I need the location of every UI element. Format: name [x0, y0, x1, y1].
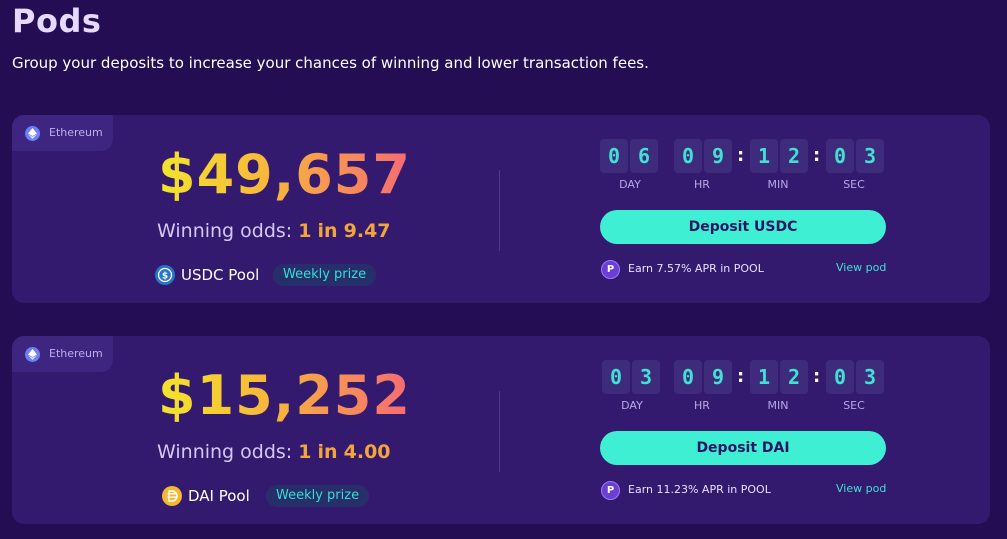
ethereum-icon — [25, 347, 40, 362]
page-title: Pods — [12, 2, 102, 40]
network-label: Ethereum — [49, 347, 103, 360]
deposit-usdc-button[interactable]: Deposit USDC — [600, 210, 886, 244]
countdown-digit: 3 — [632, 360, 660, 394]
timer-label-min: MIN — [767, 178, 789, 191]
prize-frequency-badge: Weekly prize — [273, 264, 377, 286]
countdown-digit: 0 — [826, 360, 854, 394]
network-badge: Ethereum — [12, 115, 113, 151]
odds-in: in — [317, 441, 338, 463]
pod-card-dai: Ethereum $15,252 Winning odds: 1 in 4.00… — [12, 336, 990, 524]
pool-token-icon: P — [601, 481, 620, 500]
countdown-separator: : — [737, 145, 745, 166]
pool-token-icon: P — [601, 260, 620, 279]
countdown-separator: : — [813, 145, 821, 166]
countdown-digit: 0 — [674, 139, 702, 173]
view-pod-link[interactable]: View pod — [836, 482, 886, 495]
usdc-icon: $ — [155, 265, 175, 285]
network-badge: Ethereum — [12, 336, 113, 372]
dai-icon — [162, 486, 182, 506]
countdown-digit: 0 — [600, 139, 628, 173]
countdown-digit: 2 — [780, 360, 808, 394]
deposit-dai-button[interactable]: Deposit DAI — [600, 431, 886, 465]
divider — [499, 170, 500, 251]
view-pod-link[interactable]: View pod — [836, 261, 886, 274]
prize-amount: $15,252 — [158, 364, 411, 427]
odds-value: 4.00 — [343, 441, 391, 463]
apr-text: Earn 7.57% APR in POOL — [628, 262, 764, 275]
odds-value: 9.47 — [343, 220, 391, 242]
countdown-separator: : — [813, 366, 821, 387]
divider — [499, 391, 500, 472]
countdown-digit: 1 — [750, 139, 778, 173]
countdown-digit: 0 — [674, 360, 702, 394]
countdown-digit: 6 — [630, 139, 658, 173]
timer-label-hr: HR — [694, 399, 710, 412]
countdown-digit: 2 — [780, 139, 808, 173]
timer-label-min: MIN — [767, 399, 789, 412]
prize-frequency-badge: Weekly prize — [266, 485, 370, 507]
countdown-timer: 0 3 0 9 : 1 2 : 0 3 DAY HR MIN SEC — [600, 360, 884, 412]
pod-card-usdc: Ethereum $49,657 Winning odds: 1 in 9.47… — [12, 115, 990, 303]
countdown-timer: 0 6 0 9 : 1 2 : 0 3 DAY HR MIN SEC — [600, 139, 884, 191]
timer-label-sec: SEC — [843, 399, 865, 412]
countdown-digit: 3 — [856, 139, 884, 173]
network-label: Ethereum — [49, 126, 103, 139]
countdown-digit: 9 — [704, 139, 732, 173]
countdown-digit: 0 — [602, 360, 630, 394]
odds-prefix: Winning odds: — [157, 220, 299, 242]
apr-text: Earn 11.23% APR in POOL — [628, 483, 771, 496]
countdown-separator: : — [737, 366, 745, 387]
odds-prefix: Winning odds: — [157, 441, 299, 463]
timer-label-day: DAY — [621, 399, 643, 412]
pool-name: DAI Pool — [188, 487, 250, 505]
winning-odds: Winning odds: 1 in 4.00 — [157, 441, 391, 463]
ethereum-icon — [25, 126, 40, 141]
countdown-digit: 3 — [856, 360, 884, 394]
pool-name: USDC Pool — [181, 266, 260, 284]
svg-text:$: $ — [162, 272, 168, 282]
timer-label-day: DAY — [619, 178, 641, 191]
countdown-digit: 1 — [750, 360, 778, 394]
odds-in: in — [317, 220, 338, 242]
winning-odds: Winning odds: 1 in 9.47 — [157, 220, 391, 242]
odds-one: 1 — [298, 441, 312, 463]
odds-one: 1 — [298, 220, 312, 242]
timer-label-hr: HR — [694, 178, 710, 191]
countdown-digit: 0 — [826, 139, 854, 173]
timer-label-sec: SEC — [843, 178, 865, 191]
page-subtitle: Group your deposits to increase your cha… — [12, 54, 649, 72]
countdown-digit: 9 — [704, 360, 732, 394]
prize-amount: $49,657 — [158, 143, 411, 206]
